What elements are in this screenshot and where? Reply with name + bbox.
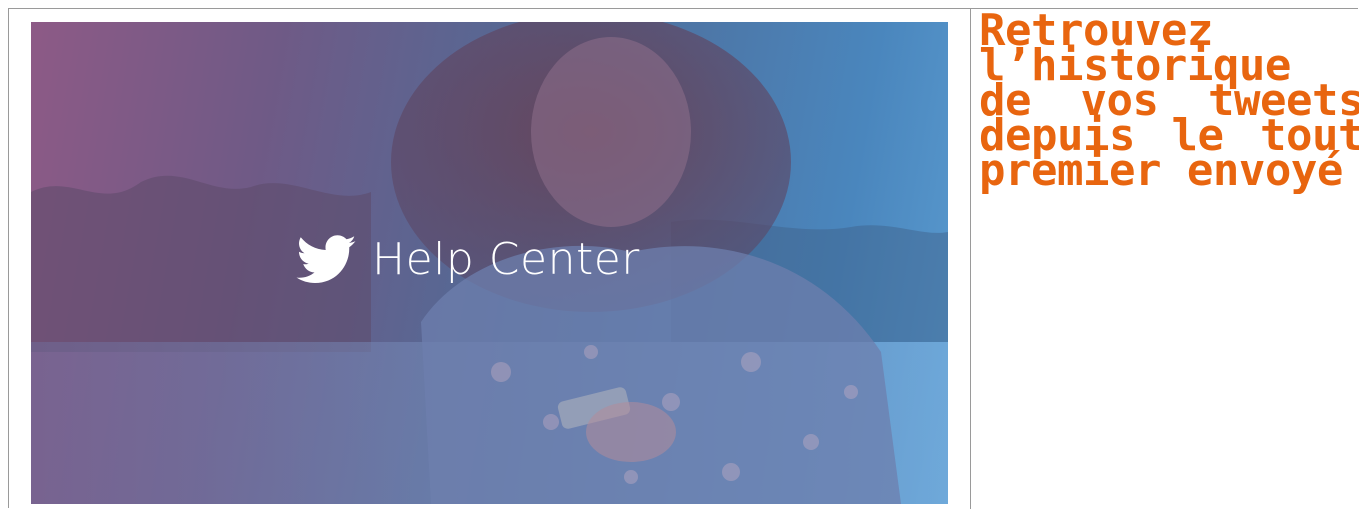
article-headline: Retrouvez l’historique de vos tweets dep… — [979, 5, 1359, 196]
content-frame: Help Center Retrouvez l’historique de vo… — [8, 5, 1359, 509]
column-divider — [970, 9, 971, 509]
help-center-title: Help Center — [372, 234, 640, 285]
twitter-bird-icon — [296, 234, 356, 283]
help-center-banner-image: Help Center — [31, 22, 948, 504]
help-center-brand: Help Center — [296, 234, 640, 285]
